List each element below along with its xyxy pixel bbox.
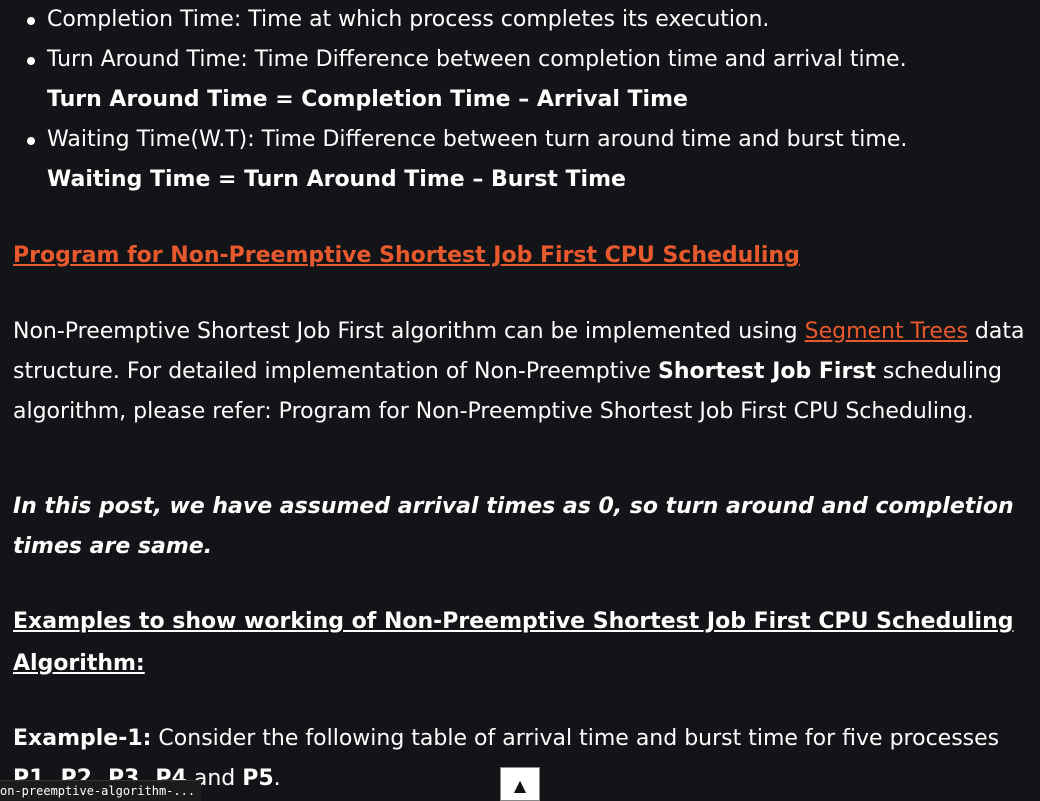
intro-paragraph: Non-Preemptive Shortest Job First algori… — [13, 312, 1033, 432]
link-status-bar: on-preemptive-algorithm-... — [0, 780, 202, 801]
segment-trees-link[interactable]: Segment Trees — [805, 319, 968, 344]
definition-text: Turn Around Time: Time Difference betwee… — [47, 47, 907, 72]
definition-text: Waiting Time(W.T): Time Difference betwe… — [47, 127, 908, 152]
example-label: Example-1: — [13, 726, 152, 751]
arrow-up-icon: ▲ — [513, 776, 527, 795]
example-text: Consider the following table of arrival … — [151, 726, 1000, 751]
assumption-note: In this post, we have assumed arrival ti… — [13, 494, 1014, 559]
examples-heading: Examples to show working of Non-Preempti… — [13, 609, 1014, 676]
list-item: Waiting Time(W.T): Time Difference betwe… — [13, 120, 1033, 200]
article-body: Completion Time: Time at which process c… — [13, 0, 1033, 791]
section-heading: Program for Non-Preemptive Shortest Job … — [13, 236, 800, 276]
list-item: Completion Time: Time at which process c… — [13, 0, 1033, 40]
period: . — [273, 766, 281, 791]
scroll-to-top-button[interactable]: ▲ — [500, 767, 540, 801]
paragraph-text: Non-Preemptive Shortest Job First algori… — [13, 319, 805, 344]
definition-formula: Turn Around Time = Completion Time – Arr… — [47, 87, 688, 112]
process-p5: P5 — [242, 766, 274, 791]
definition-text: Completion Time: Time at which process c… — [47, 7, 770, 32]
definition-formula: Waiting Time = Turn Around Time – Burst … — [47, 167, 626, 192]
definitions-list: Completion Time: Time at which process c… — [13, 0, 1033, 200]
program-link[interactable]: Program for Non-Preemptive Shortest Job … — [13, 243, 800, 268]
paragraph-bold: Shortest Job First — [658, 359, 876, 384]
list-item: Turn Around Time: Time Difference betwee… — [13, 40, 1033, 120]
